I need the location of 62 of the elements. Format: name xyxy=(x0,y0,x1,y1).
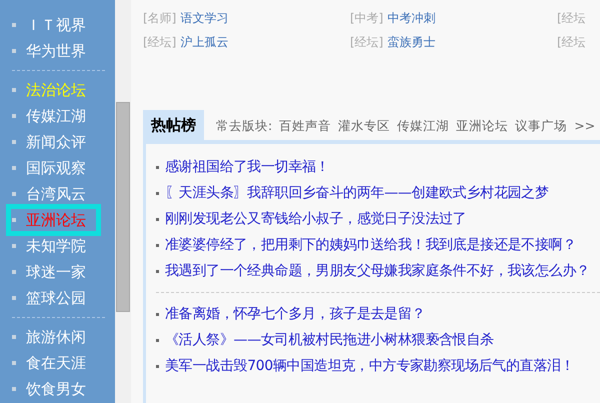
bullet-icon xyxy=(156,218,159,220)
category-tag: [中考] xyxy=(350,9,384,27)
sidebar-link[interactable]: 球迷一家 xyxy=(26,260,86,284)
category-tag: [经坛 xyxy=(557,33,586,51)
board-link[interactable]: 百姓声音 xyxy=(279,116,332,136)
bullet-icon xyxy=(156,364,159,368)
frequent-boards-label: 常去版块: xyxy=(216,116,272,135)
post-link[interactable]: 〖天涯头条〗我辞职回乡奋斗的两年——创建欧式乡村花园之梦 xyxy=(165,182,549,204)
bullet-icon xyxy=(12,140,16,144)
bullet-icon xyxy=(12,218,16,222)
bullet-icon xyxy=(12,387,16,391)
bullet-icon xyxy=(156,270,159,272)
post-link[interactable]: 准备离婚，怀孕七个多月，孩子是去是留？ xyxy=(165,304,426,324)
bullet-icon xyxy=(156,312,159,316)
board-link[interactable]: 传媒江湖 xyxy=(397,116,450,136)
sidebar-link[interactable]: 旅游休闲 xyxy=(26,326,86,348)
scrollbar-thumb[interactable] xyxy=(116,102,130,312)
sidebar-link[interactable]: 饮食男女 xyxy=(26,378,86,400)
hot-posts-tab[interactable]: 热帖榜 xyxy=(143,110,204,140)
bullet-icon xyxy=(12,166,16,170)
post-link[interactable]: 准婆婆停经了，把用剩下的姨妈巾送给我！我到底是接还是不接啊？ xyxy=(165,234,576,256)
bullet-icon xyxy=(156,338,159,342)
post-link[interactable]: 《活人祭》——女司机被村民拖进小树林猥亵含恨自杀 xyxy=(165,330,494,350)
post-link[interactable]: 感谢祖国给了我一切幸福！ xyxy=(165,156,330,178)
sidebar-link[interactable]: 法治论坛 xyxy=(26,78,86,102)
sidebar-link[interactable]: 台湾风云 xyxy=(26,182,86,206)
category-tag: [名师] xyxy=(143,9,176,27)
board-link[interactable]: 灌水专区 xyxy=(338,116,390,136)
post-link[interactable]: 美军一战击毁700辆中国造坦克，中方专家勘察现场后气的直落泪！ xyxy=(165,356,574,376)
bullet-icon xyxy=(156,244,159,246)
recommend-link[interactable]: 沪上孤云 xyxy=(180,33,228,51)
bullet-icon xyxy=(12,88,16,92)
category-tag: [经坛] xyxy=(143,33,176,51)
board-link[interactable]: 议事广场 xyxy=(515,116,568,136)
bullet-icon xyxy=(12,192,16,196)
post-link[interactable]: 刚刚发现老公又寄钱给小叔子，感觉日子没法过了 xyxy=(165,208,466,230)
recommend-link[interactable]: 语文学习 xyxy=(180,9,228,27)
bullet-icon xyxy=(12,361,16,365)
more-link[interactable]: >> xyxy=(574,116,596,136)
sidebar-link[interactable]: 新闻众评 xyxy=(26,130,86,154)
bullet-icon xyxy=(12,244,16,248)
bullet-icon xyxy=(12,270,16,274)
bullet-icon xyxy=(156,192,159,194)
bullet-icon xyxy=(12,114,16,118)
sidebar-link[interactable]: 未知学院 xyxy=(26,234,86,258)
board-link[interactable]: 亚洲论坛 xyxy=(456,116,508,136)
bullet-icon xyxy=(12,296,16,300)
sidebar-link[interactable]: 篮球公园 xyxy=(26,286,86,310)
bullet-icon xyxy=(12,23,16,27)
sidebar-link[interactable]: 传媒江湖 xyxy=(26,104,86,128)
category-tag: [经坛 xyxy=(557,9,586,27)
sidebar-link[interactable]: 国际观察 xyxy=(26,156,86,180)
sidebar-link[interactable]: 食在天涯 xyxy=(26,352,86,374)
bullet-icon xyxy=(12,335,16,339)
category-tag: [经坛] xyxy=(350,33,384,51)
sidebar-link[interactable]: ＩＴ视界 xyxy=(26,14,86,36)
recommend-link[interactable]: 中考冲刺 xyxy=(387,9,436,27)
sidebar-link[interactable]: 华为世界 xyxy=(26,40,86,62)
post-link[interactable]: 我遇到了一个经典命题，男朋友父母嫌我家庭条件不好，我该怎么办？ xyxy=(165,260,590,282)
recommend-link[interactable]: 蛮族勇士 xyxy=(387,33,436,51)
bullet-icon xyxy=(12,49,16,53)
bullet-icon xyxy=(156,166,159,168)
